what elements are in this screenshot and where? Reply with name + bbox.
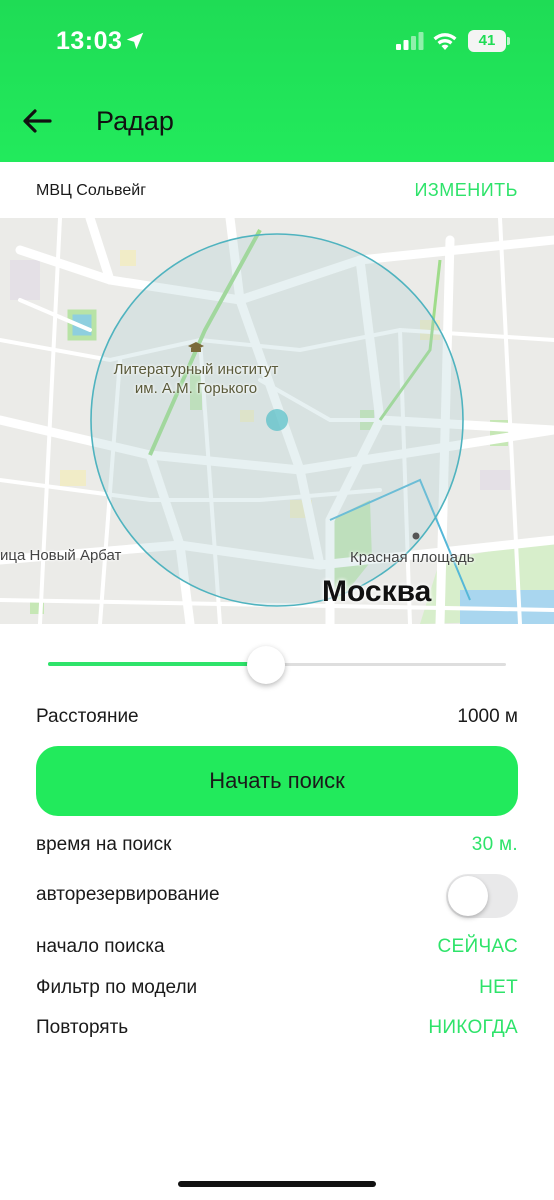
home-indicator	[178, 1181, 376, 1187]
distance-row: Расстояние 1000 м	[36, 706, 518, 734]
institute-line2: им. А.М. Горького	[134, 380, 258, 397]
search-start-row[interactable]: начало поиска СЕЙЧАС	[36, 936, 518, 964]
arrow-left-icon[interactable]	[20, 104, 54, 138]
map-label-city: Москва	[322, 575, 432, 608]
search-time-value[interactable]: 30 м.	[472, 834, 518, 856]
auto-reserve-row: авторезервирование	[36, 874, 518, 918]
radar-map[interactable]: Литературный институт им. А.М. Горького …	[0, 218, 554, 624]
repeat-row[interactable]: Повторять НИКОГДА	[36, 1017, 518, 1045]
change-location-button[interactable]: ИЗМЕНИТЬ	[414, 180, 518, 201]
map-label-arbat: ица Новый Арбат	[0, 547, 122, 564]
model-filter-label: Фильтр по модели	[36, 977, 198, 998]
search-start-label: начало поиска	[36, 936, 165, 957]
toggle-knob	[448, 876, 488, 916]
map-label-red-square: Красная площадь	[350, 549, 475, 566]
distance-label: Расстояние	[36, 706, 139, 727]
page-title: Радар	[96, 106, 174, 136]
status-bar: 13:03 41	[0, 0, 554, 84]
repeat-value[interactable]: НИКОГДА	[428, 1017, 518, 1039]
distance-slider[interactable]	[48, 644, 506, 684]
app-header: 13:03 41 Радар	[0, 0, 554, 162]
search-time-label: время на поиск	[36, 834, 172, 855]
slider-fill	[48, 662, 266, 666]
search-time-row[interactable]: время на поиск 30 м.	[36, 834, 518, 862]
slider-thumb[interactable]	[246, 646, 285, 684]
battery-icon: 41	[468, 30, 510, 52]
start-search-button[interactable]: Начать поиск	[36, 746, 518, 816]
battery-cap	[507, 37, 510, 45]
institute-line1: Литературный институт	[113, 361, 279, 378]
location-row: МВЦ Сольвейг ИЗМЕНИТЬ	[0, 162, 554, 218]
model-filter-value[interactable]: НЕТ	[479, 977, 518, 999]
model-filter-row[interactable]: Фильтр по модели НЕТ	[36, 977, 518, 1005]
map-label-institute: Литературный институт им. А.М. Горького	[104, 360, 288, 398]
auto-reserve-toggle[interactable]	[446, 874, 518, 918]
location-name: МВЦ Сольвейг	[36, 182, 147, 199]
search-start-value[interactable]: СЕЙЧАС	[438, 936, 519, 958]
auto-reserve-label: авторезервирование	[36, 884, 220, 905]
location-arrow-icon	[126, 32, 144, 50]
signal-icon	[396, 32, 424, 50]
repeat-label: Повторять	[36, 1017, 129, 1038]
status-time: 13:03	[56, 27, 123, 55]
battery-level: 41	[478, 32, 496, 49]
wifi-icon	[433, 33, 457, 50]
distance-value: 1000 м	[457, 706, 518, 727]
